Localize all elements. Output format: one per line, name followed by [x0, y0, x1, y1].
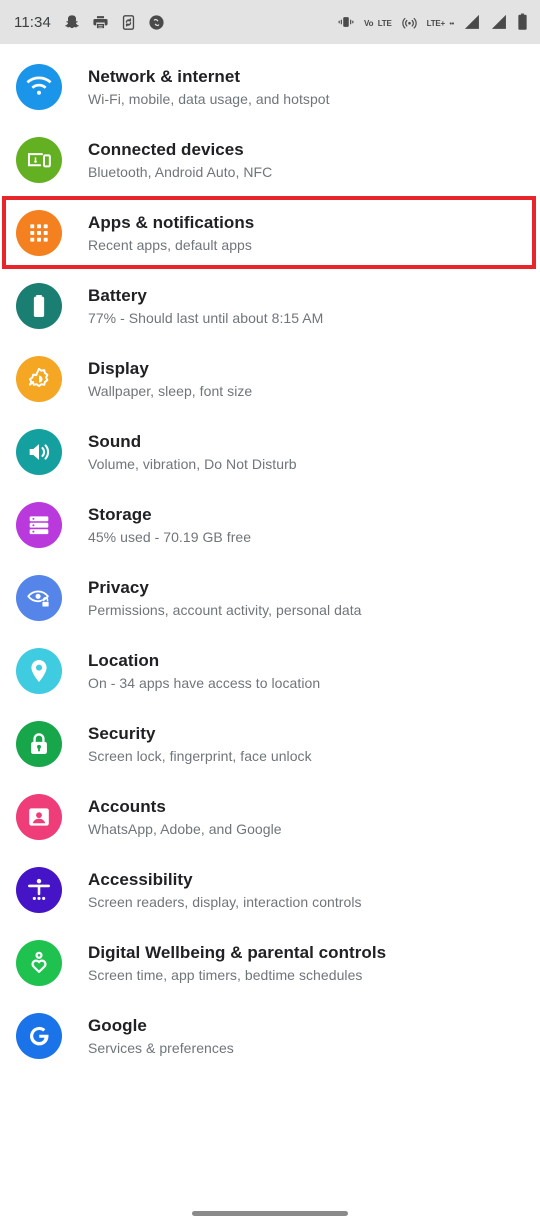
- settings-row-accessibility[interactable]: Accessibility Screen readers, display, i…: [0, 853, 540, 926]
- settings-row-apps-and-notifications[interactable]: Apps & notifications Recent apps, defaul…: [0, 196, 540, 269]
- status-bar[interactable]: 11:34 Vo LTE LTE+ ••: [0, 0, 540, 44]
- settings-list[interactable]: Network & internet Wi-Fi, mobile, data u…: [0, 44, 540, 1072]
- settings-row-title: Network & internet: [88, 67, 241, 86]
- settings-row-text: Accounts WhatsApp, Adobe, and Google: [88, 793, 282, 839]
- app-grid-icon: [16, 210, 62, 256]
- settings-row-title: Digital Wellbeing & parental controls: [88, 943, 387, 962]
- settings-row-subtitle: Volume, vibration, Do Not Disturb: [88, 456, 297, 472]
- settings-row-subtitle: Wi-Fi, mobile, data usage, and hotspot: [88, 91, 330, 107]
- google-g-icon: [16, 1013, 62, 1059]
- settings-row-subtitle: 45% used - 70.19 GB free: [88, 529, 252, 545]
- battery-full-icon: [16, 283, 62, 329]
- settings-row-text: Location On - 34 apps have access to loc…: [88, 647, 320, 693]
- settings-row-subtitle: Screen time, app timers, bedtime schedul…: [88, 967, 363, 983]
- settings-row-text: Privacy Permissions, account activity, p…: [88, 574, 362, 620]
- settings-row-title: Storage: [88, 505, 152, 524]
- settings-row-title: Accounts: [88, 797, 166, 816]
- status-bar-right-group: Vo LTE LTE+ ••: [337, 13, 528, 31]
- settings-row-network-internet[interactable]: Network & internet Wi-Fi, mobile, data u…: [0, 50, 540, 123]
- battery-icon: [517, 13, 528, 31]
- speaker-icon: [16, 429, 62, 475]
- settings-row-security[interactable]: Security Screen lock, fingerprint, face …: [0, 707, 540, 780]
- settings-row-google[interactable]: Google Services & preferences: [0, 999, 540, 1072]
- settings-row-storage[interactable]: Storage 45% used - 70.19 GB free: [0, 488, 540, 561]
- settings-row-connected-devices[interactable]: Connected devices Bluetooth, Android Aut…: [0, 123, 540, 196]
- settings-row-subtitle: On - 34 apps have access to location: [88, 675, 321, 691]
- settings-row-text: Display Wallpaper, sleep, font size: [88, 355, 252, 401]
- settings-row-battery[interactable]: Battery 77% - Should last until about 8:…: [0, 269, 540, 342]
- settings-row-text: Battery 77% - Should last until about 8:…: [88, 282, 323, 328]
- status-bar-left-group: 11:34: [14, 14, 165, 31]
- lte-plus-line-1: LTE+: [426, 19, 446, 28]
- volte-line-1: Vo: [364, 19, 374, 28]
- status-bar-clock: 11:34: [14, 13, 51, 31]
- settings-row-subtitle: 77% - Should last until about 8:15 AM: [88, 310, 324, 326]
- settings-row-text: Google Services & preferences: [88, 1012, 234, 1058]
- volte-icon: Vo LTE: [364, 13, 392, 31]
- settings-row-text: Storage 45% used - 70.19 GB free: [88, 501, 251, 547]
- hotspot-icon: [401, 14, 418, 31]
- settings-row-title: Location: [88, 651, 160, 670]
- settings-row-text: Accessibility Screen readers, display, i…: [88, 866, 362, 912]
- settings-row-text: Connected devices Bluetooth, Android Aut…: [88, 136, 272, 182]
- account-card-icon: [16, 794, 62, 840]
- printer-icon: [92, 14, 109, 31]
- eye-lock-icon: [16, 575, 62, 621]
- settings-row-text: Network & internet Wi-Fi, mobile, data u…: [88, 63, 330, 109]
- settings-row-location[interactable]: Location On - 34 apps have access to loc…: [0, 634, 540, 707]
- settings-row-subtitle: Permissions, account activity, personal …: [88, 602, 362, 618]
- settings-row-subtitle: WhatsApp, Adobe, and Google: [88, 821, 282, 837]
- settings-row-subtitle: Screen lock, fingerprint, face unlock: [88, 748, 312, 764]
- volte-line-2: LTE: [377, 19, 392, 28]
- settings-row-subtitle: Recent apps, default apps: [88, 237, 252, 253]
- signal-bars-sim1-icon: [463, 14, 481, 31]
- phone-sync-icon: [120, 14, 137, 31]
- settings-row-display[interactable]: Display Wallpaper, sleep, font size: [0, 342, 540, 415]
- snapchat-icon: [64, 14, 81, 31]
- settings-row-title: Accessibility: [88, 870, 193, 889]
- navigation-bar: [0, 1196, 540, 1230]
- lte-plus-icon: LTE+ ••: [426, 13, 455, 31]
- shazam-icon: [148, 14, 165, 31]
- brightness-icon: [16, 356, 62, 402]
- connected-devices-icon: [16, 137, 62, 183]
- settings-row-privacy[interactable]: Privacy Permissions, account activity, p…: [0, 561, 540, 634]
- lte-plus-line-2: ••: [449, 21, 454, 28]
- signal-bars-sim2-icon: [490, 14, 508, 31]
- settings-row-subtitle: Wallpaper, sleep, font size: [88, 383, 253, 399]
- settings-row-subtitle: Bluetooth, Android Auto, NFC: [88, 164, 273, 180]
- settings-row-text: Apps & notifications Recent apps, defaul…: [88, 209, 254, 255]
- settings-row-text: Security Screen lock, fingerprint, face …: [88, 720, 312, 766]
- accessibility-person-icon: [16, 867, 62, 913]
- settings-row-subtitle: Screen readers, display, interaction con…: [88, 894, 362, 910]
- settings-row-subtitle: Services & preferences: [88, 1040, 234, 1056]
- padlock-icon: [16, 721, 62, 767]
- settings-row-digital-wellbeing[interactable]: Digital Wellbeing & parental controls Sc…: [0, 926, 540, 999]
- settings-row-title: Connected devices: [88, 140, 244, 159]
- wifi-icon: [16, 64, 62, 110]
- home-gesture-pill[interactable]: [192, 1210, 348, 1216]
- settings-row-text: Digital Wellbeing & parental controls Sc…: [88, 939, 386, 985]
- settings-row-title: Privacy: [88, 578, 149, 597]
- settings-row-title: Display: [88, 359, 149, 378]
- settings-row-title: Google: [88, 1016, 147, 1035]
- settings-row-sound[interactable]: Sound Volume, vibration, Do Not Disturb: [0, 415, 540, 488]
- wellbeing-heart-icon: [16, 940, 62, 986]
- highlight-box: [2, 196, 536, 269]
- settings-row-title: Sound: [88, 432, 142, 451]
- settings-row-text: Sound Volume, vibration, Do Not Disturb: [88, 428, 297, 474]
- storage-racks-icon: [16, 502, 62, 548]
- vibrate-icon: [337, 14, 355, 30]
- settings-row-title: Battery: [88, 286, 147, 305]
- settings-row-title: Apps & notifications: [88, 213, 255, 232]
- settings-row-accounts[interactable]: Accounts WhatsApp, Adobe, and Google: [0, 780, 540, 853]
- map-pin-icon: [16, 648, 62, 694]
- settings-row-title: Security: [88, 724, 156, 743]
